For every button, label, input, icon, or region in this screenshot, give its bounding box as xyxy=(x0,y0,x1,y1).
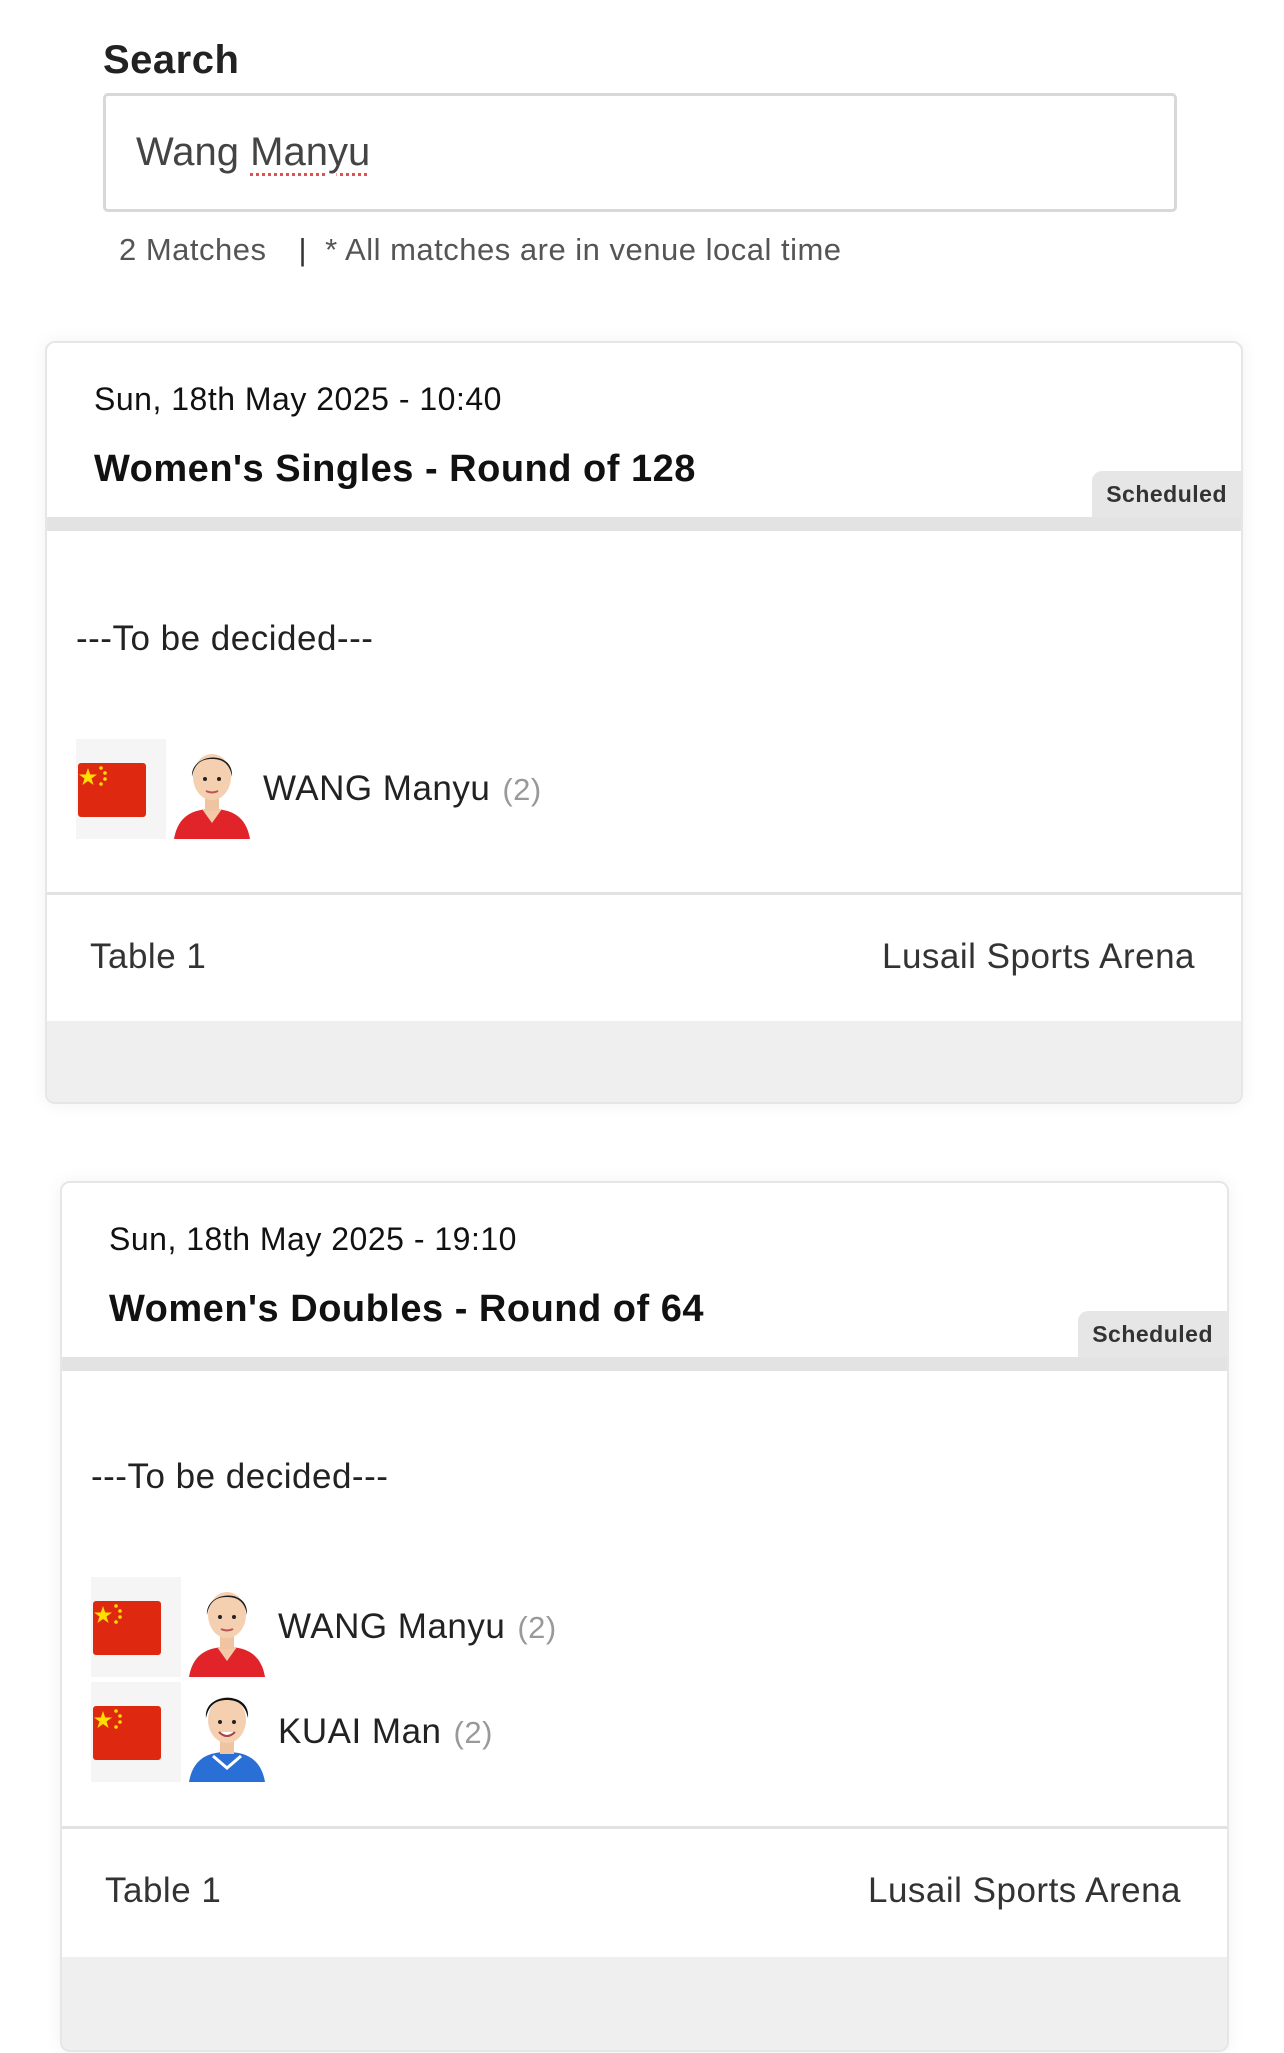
match-datetime: Sun, 18th May 2025 - 19:10 xyxy=(109,1221,517,1257)
match-count: 2 Matches xyxy=(119,232,267,267)
table-label: Table 1 xyxy=(105,1871,222,1910)
china-flag-icon xyxy=(78,763,146,817)
match-header: Sun, 18th May 2025 - 19:10 Women's Doubl… xyxy=(62,1183,1227,1357)
card-bottom-bar xyxy=(47,1021,1241,1102)
player-row[interactable]: WANG Manyu (2) xyxy=(76,739,676,839)
flag-container xyxy=(91,1682,181,1782)
search-label: Search xyxy=(103,38,240,82)
search-section: Search Wang Manyu xyxy=(103,38,1181,212)
match-title: Women's Singles - Round of 128 xyxy=(94,448,696,490)
status-badge: Scheduled xyxy=(1092,471,1241,517)
opponent-tbd: ---To be decided--- xyxy=(91,1457,389,1496)
player-name-text: WANG Manyu xyxy=(263,769,491,808)
player-seed: (2) xyxy=(517,1610,557,1645)
match-card[interactable]: Sun, 18th May 2025 - 19:10 Women's Doubl… xyxy=(60,1181,1229,2052)
flag-container xyxy=(76,739,166,839)
venue-label: Lusail Sports Arena xyxy=(881,937,1195,976)
search-meta: 2 Matches | * All matches are in venue loc… xyxy=(119,232,842,268)
player-row[interactable]: WANG Manyu (2) xyxy=(91,1577,691,1677)
table-label: Table 1 xyxy=(90,937,207,976)
match-footer: Table 1 Lusail Sports Arena xyxy=(47,895,1241,1021)
search-input-value[interactable]: Wang Manyu xyxy=(136,130,370,175)
player-name-text: KUAI Man xyxy=(278,1712,442,1751)
player-seed: (2) xyxy=(453,1715,493,1750)
match-header: Sun, 18th May 2025 - 10:40 Women's Singl… xyxy=(47,343,1241,517)
player-avatar xyxy=(183,1577,271,1677)
match-datetime: Sun, 18th May 2025 - 10:40 xyxy=(94,381,502,417)
flag-container xyxy=(91,1577,181,1677)
match-footer: Table 1 Lusail Sports Arena xyxy=(62,1829,1227,1955)
china-flag-icon xyxy=(93,1601,161,1655)
search-value-first: Wang xyxy=(136,130,240,174)
player-name-text: WANG Manyu xyxy=(278,1607,506,1646)
china-flag-icon xyxy=(93,1706,161,1760)
player-name[interactable]: WANG Manyu (2) xyxy=(278,1607,557,1647)
player-name[interactable]: WANG Manyu (2) xyxy=(263,769,542,809)
status-badge: Scheduled xyxy=(1078,1311,1227,1357)
search-value-second: Manyu xyxy=(250,130,371,174)
player-avatar xyxy=(183,1682,271,1782)
player-name[interactable]: KUAI Man (2) xyxy=(278,1712,493,1752)
player-row[interactable]: KUAI Man (2) xyxy=(91,1682,691,1782)
opponent-tbd: ---To be decided--- xyxy=(76,619,374,658)
header-divider xyxy=(47,517,1241,531)
player-avatar xyxy=(168,739,256,839)
timezone-note: * All matches are in venue local time xyxy=(325,232,842,267)
header-divider xyxy=(62,1357,1227,1371)
venue-label: Lusail Sports Arena xyxy=(867,1871,1181,1910)
player-seed: (2) xyxy=(502,772,542,807)
card-bottom-bar xyxy=(62,1957,1227,2050)
match-card[interactable]: Sun, 18th May 2025 - 10:40 Women's Singl… xyxy=(45,341,1243,1104)
meta-separator: | xyxy=(298,232,308,267)
match-title: Women's Doubles - Round of 64 xyxy=(109,1288,704,1330)
